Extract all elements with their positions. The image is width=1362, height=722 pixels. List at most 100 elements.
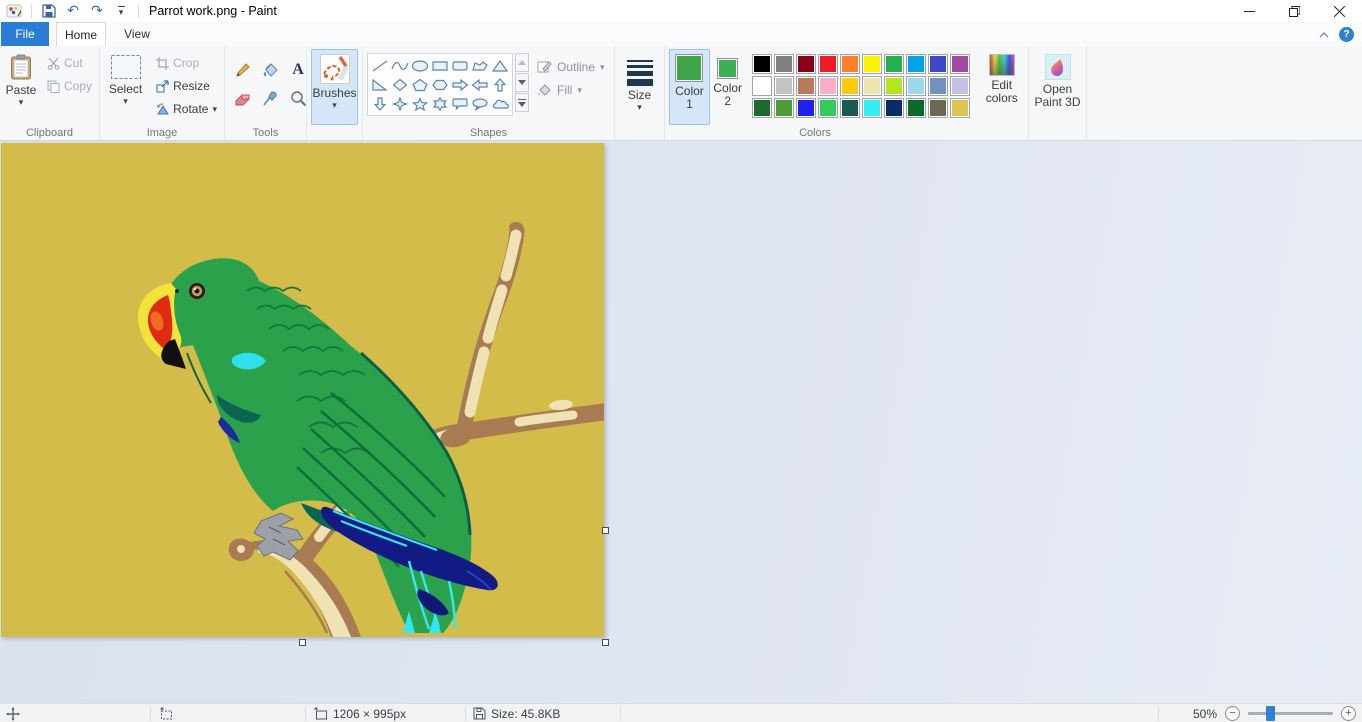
color2-button[interactable]: Color 2 — [710, 49, 746, 125]
canvas-resize-handle-corner[interactable] — [602, 639, 609, 646]
shape-oval[interactable] — [410, 56, 430, 75]
tab-view[interactable]: View — [112, 22, 162, 46]
shape-cloud-callout[interactable] — [490, 94, 510, 113]
outline-button[interactable]: Outline ▾ — [537, 59, 605, 74]
shape-right-triangle[interactable] — [370, 75, 390, 94]
palette-swatch[interactable] — [773, 98, 794, 118]
zoom-slider[interactable] — [1248, 706, 1333, 721]
palette-swatch[interactable] — [949, 98, 970, 118]
shape-arrow-up[interactable] — [490, 75, 510, 94]
fill-dropdown-caret[interactable]: ▾ — [577, 86, 582, 95]
edit-colors-button[interactable]: Edit colors — [980, 49, 1024, 125]
color1-button[interactable]: Color 1 — [669, 49, 710, 125]
shape-line[interactable] — [370, 56, 390, 75]
save-button[interactable] — [40, 2, 58, 20]
shape-four-point-star[interactable] — [390, 94, 410, 113]
tab-file[interactable]: File — [1, 22, 49, 46]
collapse-ribbon-icon[interactable] — [1319, 25, 1329, 43]
palette-swatch[interactable] — [927, 98, 948, 118]
shapes-scroll-up-button[interactable] — [515, 53, 529, 72]
palette-swatch[interactable] — [861, 54, 882, 74]
shape-polygon[interactable] — [470, 56, 490, 75]
shape-rectangle[interactable] — [430, 56, 450, 75]
palette-swatch[interactable] — [751, 98, 772, 118]
size-dropdown-caret[interactable]: ▾ — [637, 104, 642, 113]
palette-swatch[interactable] — [795, 54, 816, 74]
palette-swatch[interactable] — [905, 76, 926, 96]
palette-swatch[interactable] — [927, 54, 948, 74]
shape-pentagon[interactable] — [410, 75, 430, 94]
shape-curve[interactable] — [390, 56, 410, 75]
shape-diamond[interactable] — [390, 75, 410, 94]
close-button[interactable] — [1317, 0, 1362, 22]
palette-swatch[interactable] — [773, 54, 794, 74]
palette-swatch[interactable] — [949, 76, 970, 96]
palette-swatch[interactable] — [839, 98, 860, 118]
fill-button[interactable]: Fill ▾ — [537, 82, 605, 97]
palette-swatch[interactable] — [883, 54, 904, 74]
open-paint3d-button[interactable]: Open Paint 3D — [1033, 49, 1082, 125]
palette-swatch[interactable] — [839, 54, 860, 74]
palette-swatch[interactable] — [795, 98, 816, 118]
size-button[interactable]: Size ▾ — [619, 49, 660, 125]
drawing-canvas[interactable] — [1, 143, 604, 637]
shape-oval-callout[interactable] — [470, 94, 490, 113]
crop-button[interactable]: Crop — [153, 53, 220, 73]
color-picker-tool[interactable] — [257, 85, 283, 111]
shapes-scroll-down-button[interactable] — [515, 73, 529, 92]
palette-swatch[interactable] — [861, 76, 882, 96]
palette-swatch[interactable] — [751, 76, 772, 96]
palette-swatch[interactable] — [905, 54, 926, 74]
fill-tool[interactable] — [257, 57, 283, 83]
shapes-more-button[interactable] — [515, 93, 529, 112]
shape-arrow-down[interactable] — [370, 94, 390, 113]
paste-button[interactable]: Paste ▾ — [4, 49, 38, 125]
shape-arrow-left[interactable] — [470, 75, 490, 94]
shape-rounded-rectangle[interactable] — [450, 56, 470, 75]
palette-swatch[interactable] — [817, 76, 838, 96]
palette-swatch[interactable] — [751, 54, 772, 74]
customize-qat-button[interactable]: ▾ — [112, 2, 130, 20]
brushes-dropdown-caret[interactable]: ▾ — [332, 102, 337, 111]
tab-home[interactable]: Home — [56, 22, 106, 46]
redo-button[interactable]: ↷ — [88, 2, 106, 20]
shape-five-point-star[interactable] — [410, 94, 430, 113]
palette-swatch[interactable] — [905, 98, 926, 118]
shape-six-point-star[interactable] — [430, 94, 450, 113]
palette-swatch[interactable] — [927, 76, 948, 96]
shape-rounded-callout[interactable] — [450, 94, 470, 113]
palette-swatch[interactable] — [773, 76, 794, 96]
paste-dropdown-caret[interactable]: ▾ — [19, 99, 24, 108]
undo-button[interactable]: ↶ — [64, 2, 82, 20]
pencil-tool[interactable] — [229, 57, 255, 83]
palette-swatch[interactable] — [817, 54, 838, 74]
palette-swatch[interactable] — [817, 98, 838, 118]
rotate-button[interactable]: Rotate ▾ — [153, 99, 220, 119]
rotate-dropdown-caret[interactable]: ▾ — [212, 106, 217, 115]
zoom-slider-thumb[interactable] — [1266, 706, 1275, 721]
help-button[interactable]: ? — [1339, 26, 1354, 42]
eraser-tool[interactable] — [229, 85, 255, 111]
palette-swatch[interactable] — [949, 54, 970, 74]
brushes-button[interactable]: Brushes ▾ — [311, 49, 358, 125]
cut-button[interactable]: Cut — [44, 53, 95, 73]
palette-swatch[interactable] — [883, 98, 904, 118]
canvas-resize-handle-right[interactable] — [602, 527, 609, 534]
palette-swatch[interactable] — [795, 76, 816, 96]
select-button[interactable]: Select ▾ — [104, 49, 147, 125]
shape-hexagon[interactable] — [430, 75, 450, 94]
zoom-out-button[interactable]: − — [1225, 706, 1240, 721]
shape-triangle[interactable] — [490, 56, 510, 75]
zoom-in-button[interactable]: + — [1341, 706, 1356, 721]
palette-swatch[interactable] — [883, 76, 904, 96]
copy-button[interactable]: Copy — [44, 76, 95, 96]
outline-dropdown-caret[interactable]: ▾ — [600, 63, 605, 72]
canvas-resize-handle-bottom[interactable] — [299, 639, 306, 646]
palette-swatch[interactable] — [861, 98, 882, 118]
minimize-button[interactable] — [1227, 0, 1272, 22]
restore-button[interactable] — [1272, 0, 1317, 22]
shape-arrow-right[interactable] — [450, 75, 470, 94]
resize-button[interactable]: Resize — [153, 76, 220, 96]
palette-swatch[interactable] — [839, 76, 860, 96]
select-dropdown-caret[interactable]: ▾ — [123, 98, 128, 107]
